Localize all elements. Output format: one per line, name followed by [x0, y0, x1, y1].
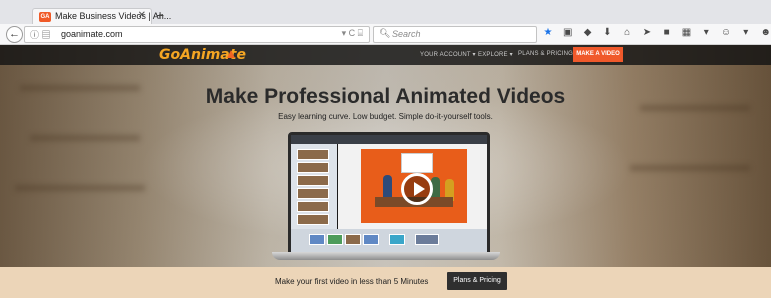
nav-explore[interactable]: EXPLORE ▾ [478, 51, 513, 58]
plans-pricing-button[interactable]: Plans & Pricing [447, 272, 507, 290]
browser-tab[interactable]: GA Make Business Videos | An... ✕ [32, 8, 171, 25]
background-shelf [30, 135, 140, 141]
hero-subline: Easy learning curve. Low budget. Simple … [278, 112, 493, 121]
timeline-clip [327, 234, 343, 245]
scene-thumbnail [297, 214, 329, 225]
background-shelf [15, 185, 145, 191]
timeline-clip [363, 234, 379, 245]
logo-triangle-icon [227, 50, 235, 58]
hero-headline: Make Professional Animated Videos [205, 85, 566, 108]
play-button[interactable] [401, 173, 433, 205]
scene-thumbnail [297, 188, 329, 199]
chevron-down-icon[interactable]: ▾ [699, 27, 713, 38]
play-icon [414, 182, 425, 196]
goanimate-favicon-icon: GA [39, 12, 51, 22]
scene-thumbnail [297, 162, 329, 173]
tab-title: Make Business Videos | An... [55, 11, 172, 21]
browser-toolbar: ← ⓘ ▤ goanimate.com ▾ C ⌸ 🔍︎ Search ★ ▣ … [0, 24, 771, 45]
background-shelf [630, 165, 750, 171]
bookmark-star-icon[interactable]: ★ [541, 27, 555, 38]
nav-your-account[interactable]: YOUR ACCOUNT ▾ [420, 51, 476, 58]
account-icon[interactable]: ☻ [759, 27, 771, 38]
chevron-down-icon[interactable]: ▾ [739, 27, 753, 38]
reading-list-icon[interactable]: ▣ [561, 27, 575, 38]
cta-text: Make your first video in less than 5 Min… [275, 277, 429, 286]
whiteboard [401, 153, 433, 173]
site-navbar: GoAnimate YOUR ACCOUNT ▾ EXPLORE ▾ PLANS… [0, 45, 771, 65]
nav-plans-pricing[interactable]: PLANS & PRICING [518, 51, 573, 57]
character [383, 175, 392, 197]
pocket-icon[interactable]: ◆ [581, 27, 595, 38]
extension-icon[interactable]: ■ [660, 27, 674, 38]
timeline-clip [345, 234, 361, 245]
animated-scene [361, 149, 467, 223]
toolbar-icons: ★ ▣ ◆ ⬇ ⌂ ➤ ■ ▦ ▾ ☺ ▾ ☻ ☰ [541, 27, 771, 41]
cta-band: Make your first video in less than 5 Min… [0, 267, 771, 298]
scene-thumbnail [297, 149, 329, 160]
laptop-screen [288, 132, 490, 258]
translate-icon[interactable]: ☺ [719, 27, 733, 38]
app-stage [338, 144, 487, 229]
search-placeholder: Search [392, 29, 421, 39]
hero-section: GoAnimate YOUR ACCOUNT ▾ EXPLORE ▾ PLANS… [0, 45, 771, 267]
back-arrow-icon[interactable]: ← [6, 26, 23, 43]
app-asset-panel [291, 144, 337, 229]
website: GoAnimate YOUR ACCOUNT ▾ EXPLORE ▾ PLANS… [0, 45, 771, 298]
tab-bar: GA Make Business Videos | An... ✕ + [0, 0, 771, 25]
app-toolbar [291, 135, 487, 144]
search-input[interactable]: 🔍︎ Search [373, 26, 537, 43]
timeline-clip [309, 234, 325, 245]
new-tab-button[interactable]: + [156, 7, 164, 23]
send-icon[interactable]: ➤ [640, 27, 654, 38]
search-icon: 🔍︎ [379, 28, 391, 38]
home-icon[interactable]: ⌂ [620, 27, 634, 38]
reload-icon[interactable]: ▾ C ⌸ [342, 28, 363, 39]
make-a-video-button[interactable]: MAKE A VIDEO [573, 47, 623, 62]
close-tab-icon[interactable]: ✕ [138, 10, 146, 21]
scene-thumbnail [297, 201, 329, 212]
timeline-clip [389, 234, 405, 245]
timeline-clip [415, 234, 439, 245]
download-icon[interactable]: ⬇ [600, 27, 614, 38]
laptop-base [272, 252, 500, 260]
address-bar[interactable]: ⓘ ▤ goanimate.com ▾ C ⌸ [24, 26, 370, 43]
grid-extension-icon[interactable]: ▦ [679, 27, 693, 38]
url-text[interactable]: goanimate.com [61, 29, 123, 39]
scene-thumbnail [297, 175, 329, 186]
site-info-icon[interactable]: ⓘ ▤ [30, 28, 51, 41]
